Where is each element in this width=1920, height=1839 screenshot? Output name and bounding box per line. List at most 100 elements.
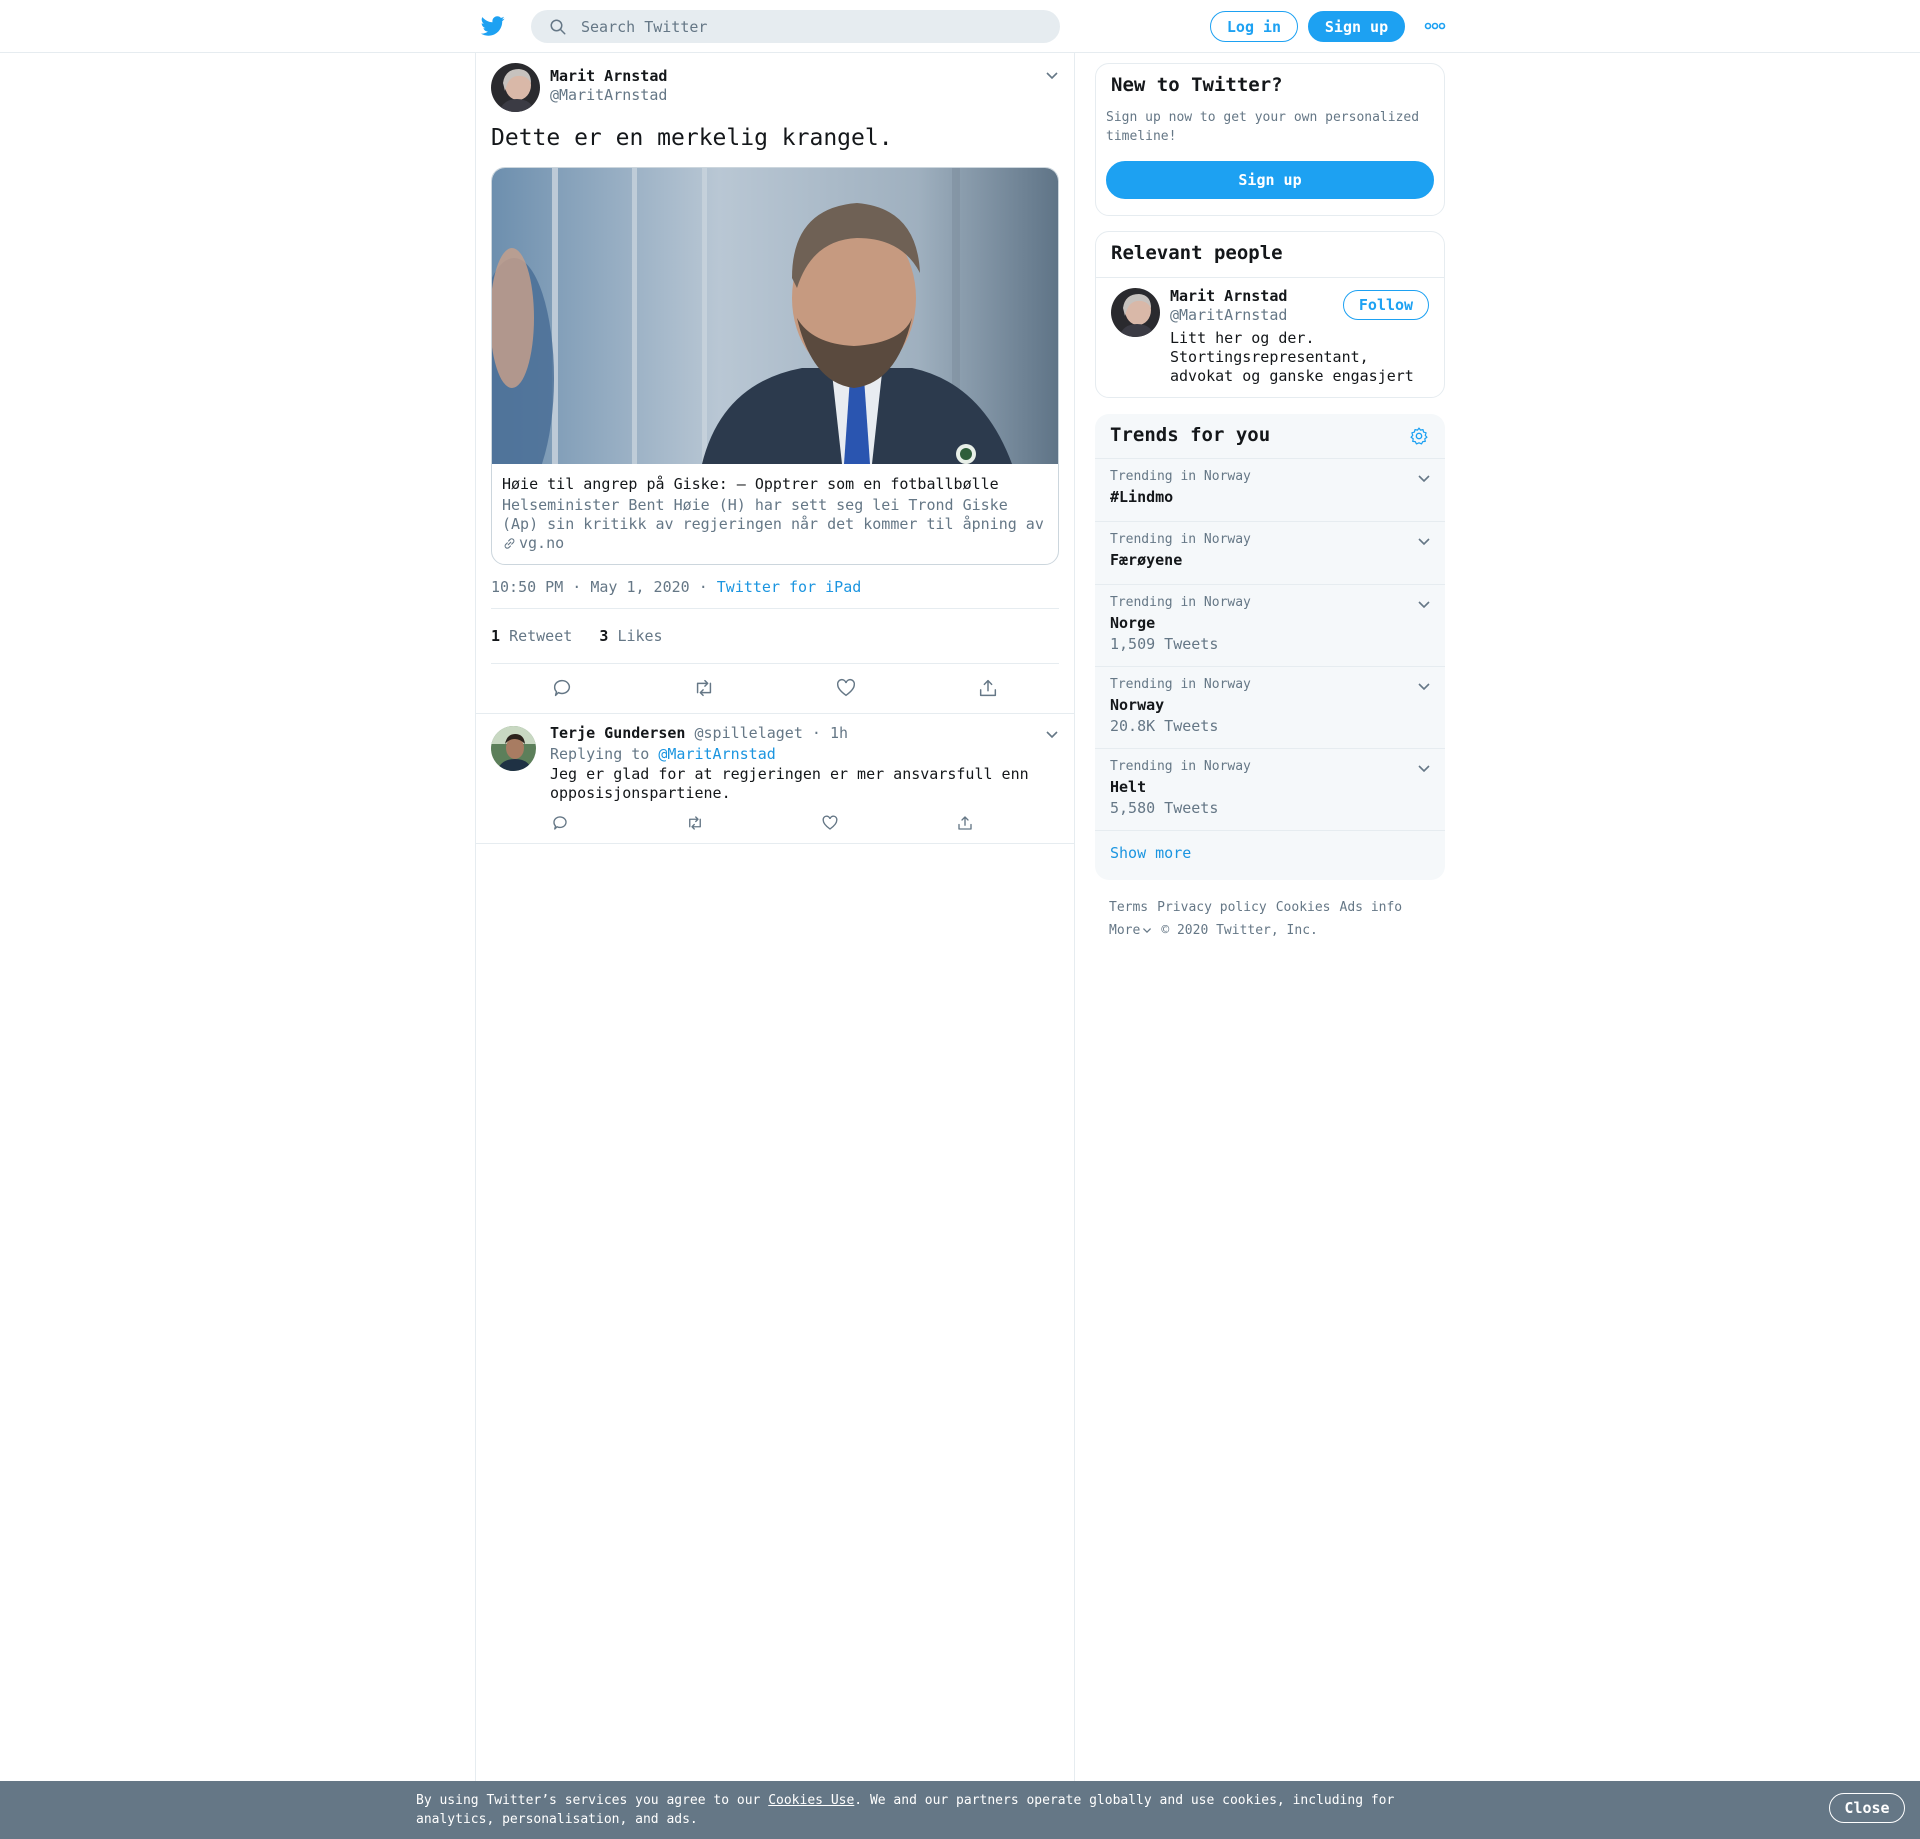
- tweet-source-link[interactable]: Twitter for iPad: [717, 578, 862, 596]
- card-image: [492, 168, 1058, 464]
- reply-button[interactable]: [551, 677, 573, 699]
- card-title[interactable]: Høie til angrep på Giske: – Opptrer som …: [502, 475, 999, 493]
- new-to-twitter-box: New to Twitter? Sign up now to get your …: [1095, 63, 1445, 216]
- relevant-person-avatar[interactable]: [1111, 288, 1160, 337]
- search-bar[interactable]: [531, 10, 1060, 43]
- reply-time[interactable]: · 1h: [812, 724, 848, 742]
- trend-label: Trending in Norway: [1110, 595, 1251, 610]
- terms-link[interactable]: Terms: [1109, 900, 1148, 915]
- sidebar-signup-button[interactable]: Sign up: [1106, 161, 1434, 199]
- retweet-button[interactable]: [686, 814, 704, 832]
- replying-to-label: Replying to: [550, 745, 650, 763]
- like-button[interactable]: [821, 814, 839, 832]
- bio-line-1: Litt her og der.: [1170, 329, 1315, 347]
- trend-item[interactable]: Trending in Norway Norway 20.8K Tweets: [1095, 666, 1445, 748]
- chevron-down-icon[interactable]: [1417, 536, 1431, 546]
- cookie-close-button[interactable]: Close: [1829, 1793, 1905, 1823]
- chevron-down-icon[interactable]: [1045, 729, 1059, 739]
- like-button[interactable]: [835, 677, 857, 699]
- relevant-people-box: Relevant people Marit Arnstad @MaritArns…: [1095, 231, 1445, 398]
- cookie-text: By using Twitter’s services you agree to…: [416, 1791, 1416, 1829]
- relevant-person-handle[interactable]: @MaritArnstad: [1170, 306, 1287, 324]
- twitter-bird-icon[interactable]: [480, 14, 506, 38]
- show-more-row: Show more: [1095, 830, 1445, 880]
- bio-line-3: advokat og ganske engasjert: [1170, 367, 1414, 385]
- relevant-person-name[interactable]: Marit Arnstad: [1170, 287, 1287, 305]
- reply-tweet[interactable]: Terje Gundersen @spillelaget · 1h Replyi…: [476, 713, 1074, 844]
- reply-button[interactable]: [551, 814, 569, 832]
- trend-name: Helt: [1110, 778, 1147, 796]
- chevron-down-icon[interactable]: [1417, 763, 1431, 773]
- cookie-text-before: By using Twitter’s services you agree to…: [416, 1793, 769, 1808]
- share-button[interactable]: [956, 814, 974, 832]
- like-count: 3: [599, 627, 609, 645]
- author-avatar[interactable]: [491, 63, 540, 112]
- reply-icon: [553, 816, 567, 830]
- trend-name: Færøyene: [1110, 551, 1183, 569]
- divider: [491, 663, 1059, 664]
- chevron-down-icon[interactable]: [1417, 473, 1431, 483]
- relevant-people-title: Relevant people: [1111, 242, 1283, 264]
- search-input[interactable]: [581, 10, 1051, 43]
- trend-item[interactable]: Trending in Norway Norge 1,509 Tweets: [1095, 584, 1445, 666]
- author-name[interactable]: Marit Arnstad: [550, 67, 667, 85]
- trend-item[interactable]: Trending in Norway #Lindmo: [1095, 458, 1445, 521]
- retweet-label: Retweet: [509, 627, 573, 645]
- share-icon: [958, 816, 972, 830]
- trends-box: Trends for you Trending in Norway #Lindm…: [1095, 414, 1445, 880]
- trend-label: Trending in Norway: [1110, 677, 1251, 692]
- trend-tweet-count: 20.8K Tweets: [1110, 717, 1219, 735]
- card-domain[interactable]: vg.no: [502, 534, 564, 552]
- follow-button[interactable]: Follow: [1343, 290, 1429, 320]
- trend-name: #Lindmo: [1110, 488, 1174, 506]
- trend-name: Norway: [1110, 696, 1165, 714]
- tweet-text: Dette er en merkelig krangel.: [491, 125, 893, 151]
- reply-author-avatar[interactable]: [491, 726, 536, 771]
- link-icon: [504, 537, 515, 549]
- tweet-stats: 1 Retweet 3 Likes: [491, 627, 663, 645]
- reply-author-handle[interactable]: @spillelaget: [695, 724, 803, 742]
- trend-item[interactable]: Trending in Norway Færøyene: [1095, 521, 1445, 584]
- reply-icon: [553, 679, 571, 697]
- retweet-button[interactable]: [693, 677, 715, 699]
- subtitle-line-2: timeline!: [1106, 129, 1177, 144]
- cookies-link[interactable]: Cookies: [1276, 900, 1331, 915]
- retweet-count: 1: [491, 627, 501, 645]
- heart-icon: [836, 678, 856, 697]
- trend-label: Trending in Norway: [1110, 532, 1251, 547]
- privacy-link[interactable]: Privacy policy: [1157, 900, 1267, 915]
- more-options-icon[interactable]: [1424, 20, 1446, 32]
- more-link[interactable]: More: [1109, 923, 1140, 938]
- main-column: Marit Arnstad @MaritArnstad Dette er en …: [475, 53, 1075, 1781]
- retweet-icon: [689, 816, 701, 830]
- cookies-use-link[interactable]: Cookies Use: [768, 1793, 854, 1808]
- chevron-down-icon[interactable]: [1417, 681, 1431, 691]
- author-handle[interactable]: @MaritArnstad: [550, 86, 667, 104]
- divider: [1096, 277, 1444, 278]
- tweet-timestamp[interactable]: 10:50 PM · May 1, 2020: [491, 578, 690, 596]
- gear-icon[interactable]: [1409, 426, 1429, 446]
- login-button[interactable]: Log in: [1210, 11, 1298, 42]
- link-card[interactable]: Høie til angrep på Giske: – Opptrer som …: [491, 167, 1059, 565]
- trend-tweet-count: 1,509 Tweets: [1110, 635, 1219, 653]
- trends-title: Trends for you: [1110, 424, 1271, 446]
- like-count-link[interactable]: 3 Likes: [599, 627, 662, 645]
- trend-item[interactable]: Trending in Norway Helt 5,580 Tweets: [1095, 748, 1445, 830]
- chevron-down-icon[interactable]: [1417, 599, 1431, 609]
- ads-info-link[interactable]: Ads info: [1340, 900, 1403, 915]
- replying-to-handle-link[interactable]: @MaritArnstad: [658, 745, 775, 763]
- meta-separator: ·: [698, 578, 708, 596]
- subtitle-line-1: Sign up now to get your own personalized: [1106, 110, 1420, 125]
- show-more-link[interactable]: Show more: [1110, 844, 1191, 862]
- card-domain-text: vg.no: [519, 534, 565, 552]
- copyright: © 2020 Twitter, Inc.: [1161, 923, 1318, 938]
- trend-label: Trending in Norway: [1110, 759, 1251, 774]
- chevron-down-icon[interactable]: [1045, 70, 1059, 80]
- retweet-count-link[interactable]: 1 Retweet: [491, 627, 572, 645]
- signup-button[interactable]: Sign up: [1308, 11, 1405, 42]
- chevron-down-icon[interactable]: [1142, 926, 1152, 934]
- share-button[interactable]: [977, 677, 999, 699]
- trend-label: Trending in Norway: [1110, 469, 1251, 484]
- new-to-twitter-title: New to Twitter?: [1111, 74, 1283, 96]
- reply-author-name[interactable]: Terje Gundersen: [550, 724, 685, 742]
